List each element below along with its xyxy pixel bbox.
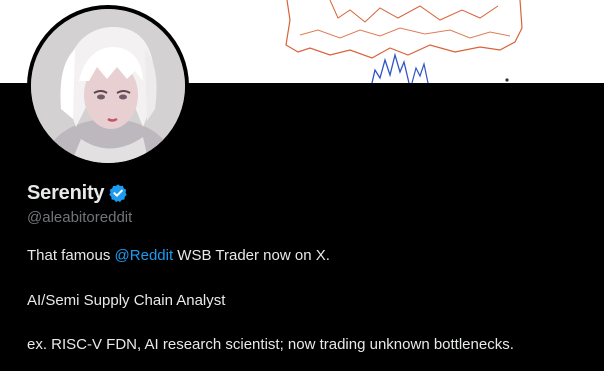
profile-handle: @aleabitoreddit (27, 209, 133, 226)
avatar-image (31, 9, 185, 163)
reddit-mention-link[interactable]: @Reddit (115, 247, 174, 264)
avatar[interactable] (27, 5, 189, 167)
verified-badge-icon[interactable] (108, 183, 128, 203)
bio-text: That famous (27, 247, 115, 264)
profile-bio: That famous @Reddit WSB Trader now on X.… (27, 246, 597, 355)
bio-line-3: ex. RISC-V FDN, AI research scientist; n… (27, 336, 514, 353)
bio-line-2: AI/Semi Supply Chain Analyst (27, 292, 226, 309)
name-row: Serenity (27, 180, 128, 206)
display-name: Serenity (27, 181, 105, 204)
bio-line-1: That famous @Reddit WSB Trader now on X. (27, 246, 597, 266)
bio-text: WSB Trader now on X. (173, 247, 330, 264)
